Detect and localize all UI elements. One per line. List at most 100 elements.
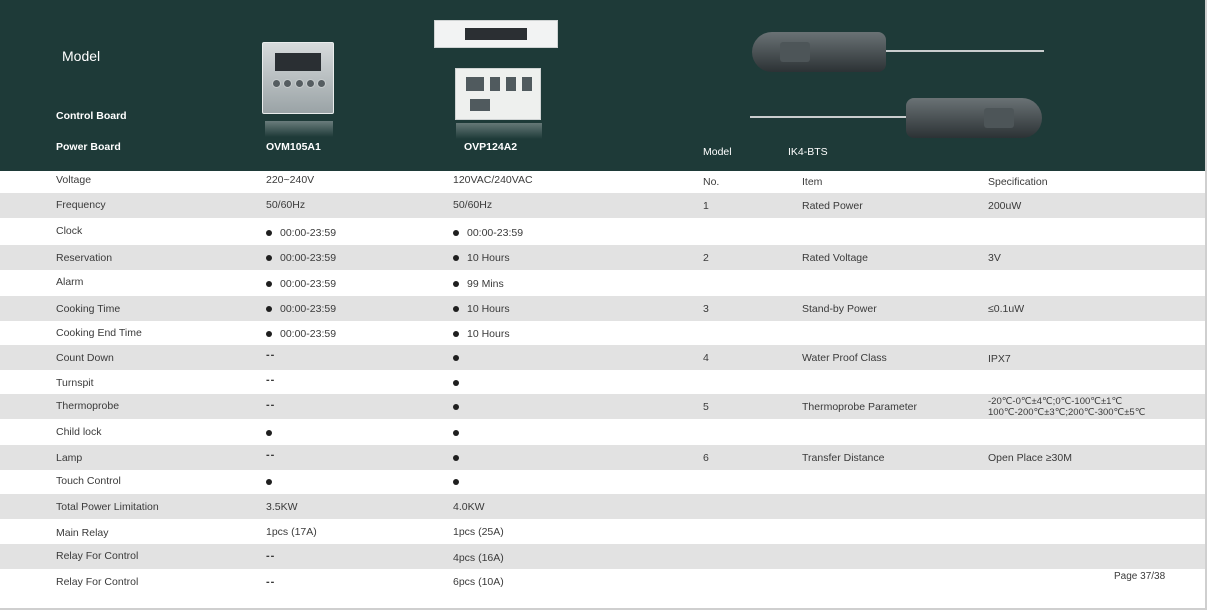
probe-row-item: Stand-by Power <box>802 303 877 315</box>
probe-row-item: Thermoprobe Parameter <box>802 401 917 413</box>
model-b-value: 00:00-23:59 <box>467 227 524 239</box>
model-a-cell <box>266 426 272 440</box>
model-a-cell: 00:00-23:59 <box>266 251 336 265</box>
row-label: Lamp <box>56 452 83 464</box>
model-a-cell: 00:00-23:59 <box>266 302 336 316</box>
row-label: Frequency <box>56 199 106 211</box>
model-b-cell <box>453 400 459 414</box>
probe-row-spec: -20℃-0℃±4℃;0℃-100℃±1℃ <box>988 396 1123 407</box>
display-screen <box>465 28 527 40</box>
relay-icon <box>490 77 500 91</box>
control-board-label: Control Board <box>56 110 127 122</box>
model-b-cell: 10 Hours <box>453 302 510 316</box>
probe-grip <box>984 108 1014 128</box>
row-label: Touch Control <box>56 475 121 487</box>
model-a-cell <box>266 475 272 489</box>
model-b-value: 10 Hours <box>467 303 510 315</box>
bullet-icon <box>453 306 459 313</box>
knob-icon <box>272 79 281 88</box>
probe-row-spec: 3V <box>988 252 1001 264</box>
model-heading: Model <box>62 48 101 64</box>
model-b-cell: 10 Hours <box>453 327 510 341</box>
model-b-value: 4.0KW <box>453 501 485 513</box>
model-a-value: 00:00-23:59 <box>280 252 337 264</box>
model-a-cell: 00:00-23:59 <box>266 327 336 341</box>
row-label: Thermoprobe <box>56 400 120 412</box>
row-label: Relay For Control <box>56 550 139 562</box>
bullet-icon <box>266 281 272 288</box>
probe-col-header-spec: Specification <box>988 176 1048 188</box>
knob-row <box>272 79 326 91</box>
row-label: Alarm <box>56 276 84 288</box>
probe-model-label: Model <box>703 146 732 158</box>
model-b-value: 1pcs (25A) <box>453 526 504 538</box>
reflection <box>265 121 333 137</box>
control-board-b-image <box>434 20 558 48</box>
model-b-value: 99 Mins <box>467 278 504 290</box>
stripe-row <box>0 494 1207 519</box>
relay-icon <box>522 77 532 91</box>
row-label: Count Down <box>56 352 114 364</box>
model-a-value: 00:00-23:59 <box>280 303 337 315</box>
probe-needle <box>884 50 1044 52</box>
probe-row-spec: IPX7 <box>988 353 1011 365</box>
control-board-a-image <box>262 42 334 137</box>
bullet-icon <box>266 230 272 237</box>
model-b-cell <box>453 351 459 365</box>
probe-row-spec: Open Place ≥30M <box>988 452 1072 464</box>
model-b-value: 4pcs (16A) <box>453 552 504 564</box>
page-number: Page 37/38 <box>1114 571 1166 582</box>
probe-col-header-no: No. <box>703 176 720 188</box>
probe-row-no: 2 <box>703 252 709 264</box>
probe-row-no: 3 <box>703 303 709 315</box>
bullet-icon <box>266 306 272 313</box>
bullet-icon <box>453 255 459 262</box>
model-b-cell: 00:00-23:59 <box>453 226 523 240</box>
probe-needle <box>750 116 908 118</box>
model-a-value: 00:00-23:59 <box>280 227 337 239</box>
model-b-cell <box>453 426 459 440</box>
row-label: Clock <box>56 225 83 237</box>
stripe-row <box>0 345 1207 370</box>
model-a-value: 00:00-23:59 <box>280 278 337 290</box>
display-screen <box>275 53 321 71</box>
not-applicable-mark: -- <box>266 576 276 588</box>
header-band: Model Control Board Power Board OVM105A1… <box>0 0 1207 171</box>
stripe-row <box>0 245 1207 270</box>
not-applicable-mark: -- <box>266 550 276 562</box>
model-b-value: 50/60Hz <box>453 199 493 211</box>
probe-row-no: 1 <box>703 200 709 212</box>
model-b-name: OVP124A2 <box>464 141 518 153</box>
knob-icon <box>283 79 293 88</box>
stripe-row <box>0 193 1207 218</box>
relay-icon <box>466 77 484 91</box>
bullet-icon <box>453 404 459 411</box>
model-b-value: 6pcs (10A) <box>453 576 504 588</box>
model-a-cell: 00:00-23:59 <box>266 277 336 291</box>
row-label: Reservation <box>56 252 113 264</box>
not-applicable-mark: -- <box>266 349 276 361</box>
model-b-cell: 99 Mins <box>453 277 504 291</box>
reflection <box>456 123 542 139</box>
bullet-icon <box>266 479 272 486</box>
not-applicable-mark: -- <box>266 449 276 461</box>
bullet-icon <box>453 230 459 237</box>
model-a-cell: 00:00-23:59 <box>266 226 336 240</box>
probe-row-spec: ≤0.1uW <box>988 303 1025 315</box>
row-label: Turnspit <box>56 377 94 389</box>
row-label: Child lock <box>56 426 102 438</box>
thermoprobe-image-top <box>752 32 886 72</box>
row-label: Main Relay <box>56 527 109 539</box>
probe-row-spec-line2: 100℃-200℃±3℃;200℃-300℃±5℃ <box>988 407 1146 418</box>
model-b-value: 120VAC/240VAC <box>453 174 533 186</box>
model-b-cell <box>453 451 459 465</box>
model-b-value: 10 Hours <box>467 328 510 340</box>
probe-grip <box>780 42 810 62</box>
probe-row-item: Transfer Distance <box>802 452 885 464</box>
not-applicable-mark: -- <box>266 374 276 386</box>
model-b-cell <box>453 475 459 489</box>
model-b-value: 10 Hours <box>467 252 510 264</box>
model-a-value: 3.5KW <box>266 501 298 513</box>
probe-col-header-item: Item <box>802 176 823 188</box>
probe-row-item: Rated Voltage <box>802 252 868 264</box>
